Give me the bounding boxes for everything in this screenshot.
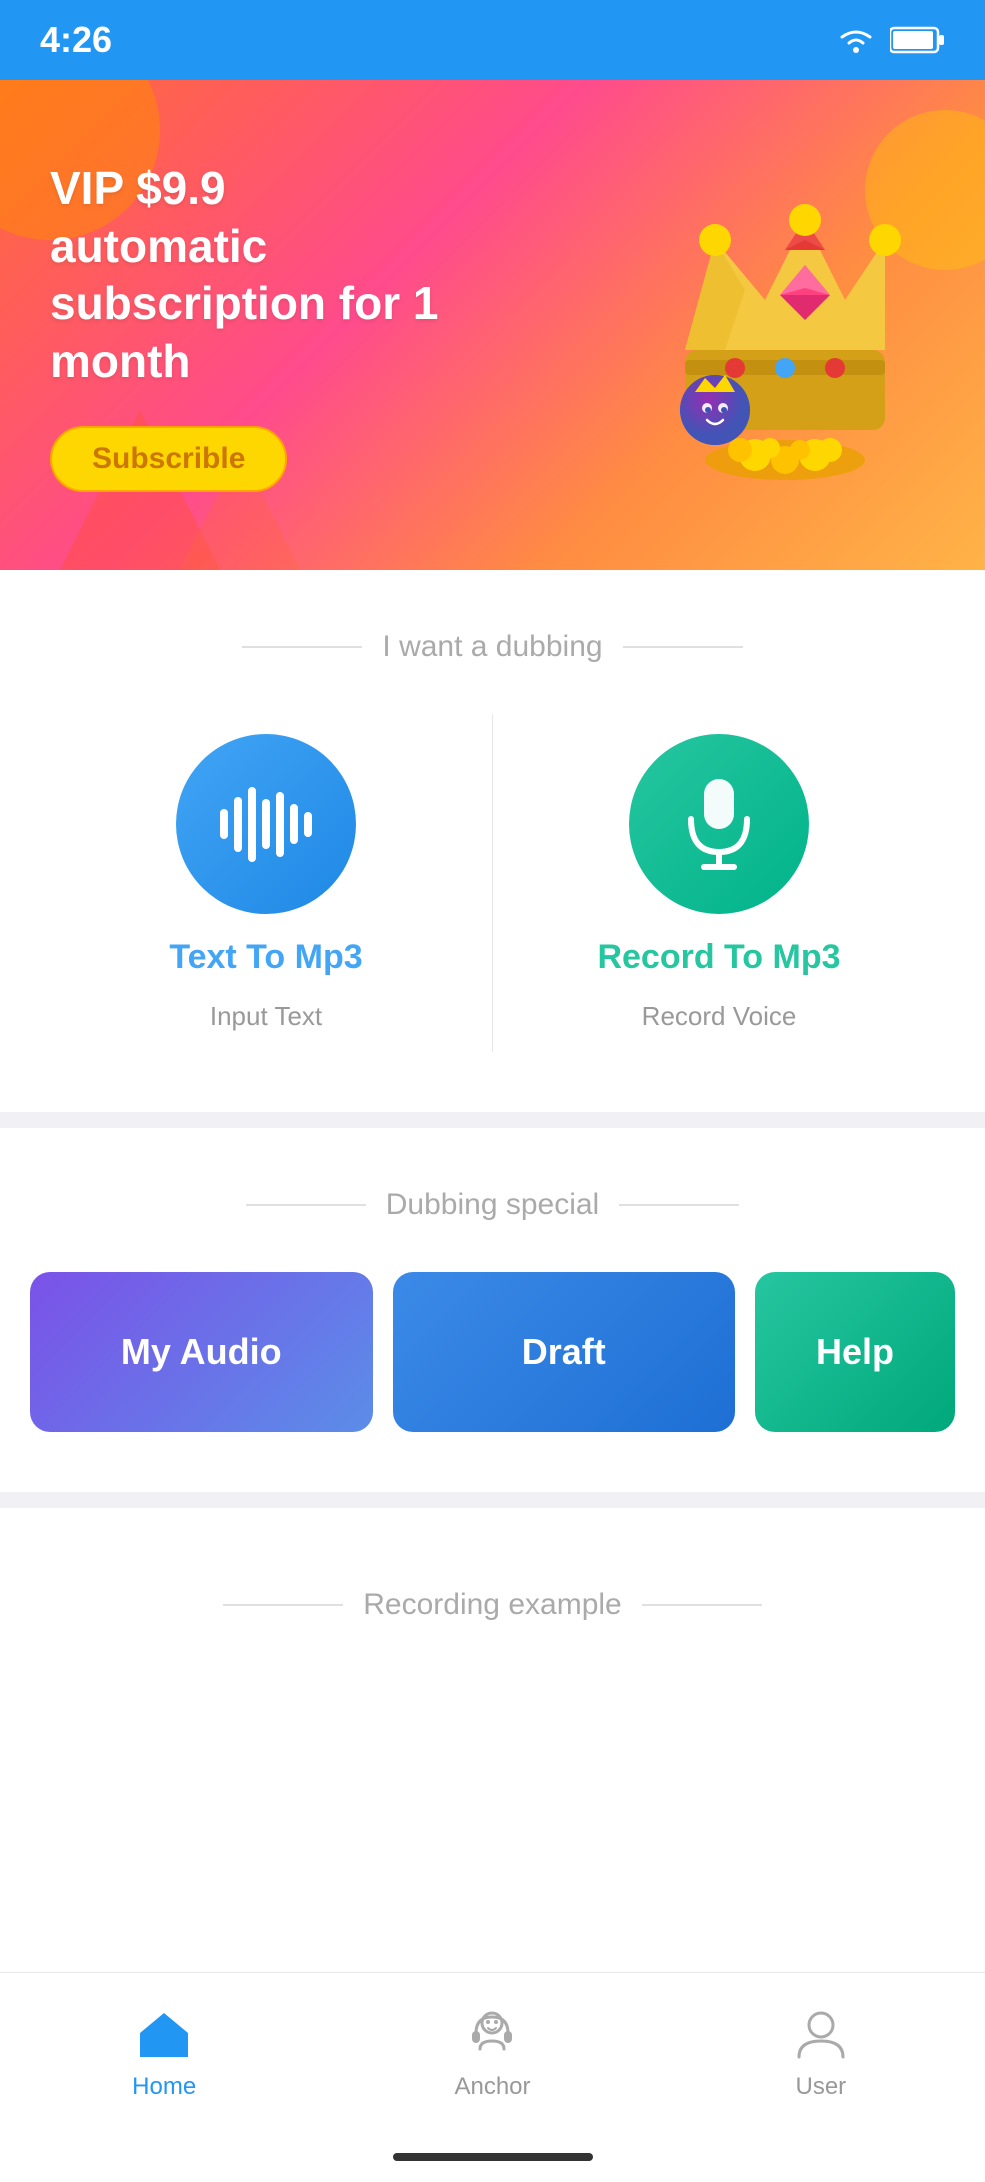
my-audio-card[interactable]: My Audio xyxy=(30,1272,373,1432)
special-section-header: Dubbing special xyxy=(0,1128,985,1272)
dubbing-section-header: I want a dubbing xyxy=(0,570,985,714)
nav-label-user: User xyxy=(795,2073,846,2101)
recording-example-section: Recording example xyxy=(0,1508,985,1972)
wave-bar-5 xyxy=(276,792,284,857)
banner: VIP $9.9 automatic subscription for 1 mo… xyxy=(0,80,985,570)
help-card[interactable]: Help xyxy=(755,1272,955,1432)
special-line-left xyxy=(246,1204,366,1206)
home-indicator xyxy=(0,2132,985,2182)
mic-svg xyxy=(679,774,759,874)
section-line-left xyxy=(242,646,362,648)
home-icon xyxy=(134,2005,194,2065)
text-to-mp3-label: Text To Mp3 xyxy=(169,938,362,977)
anchor-icon xyxy=(462,2005,522,2065)
user-icon xyxy=(791,2005,851,2065)
status-bar: 4:26 xyxy=(0,0,985,80)
record-to-mp3-label: Record To Mp3 xyxy=(597,938,840,977)
recording-content-placeholder xyxy=(0,1672,985,1972)
nav-item-home[interactable]: Home xyxy=(0,1989,328,2117)
recording-section-divider xyxy=(0,1492,985,1508)
banner-title: VIP $9.9 automatic subscription for 1 mo… xyxy=(50,160,450,390)
recording-line-right xyxy=(642,1604,762,1606)
wave-bar-1 xyxy=(220,809,228,839)
draft-label: Draft xyxy=(522,1331,606,1373)
nav-label-home: Home xyxy=(132,2073,196,2101)
banner-content: VIP $9.9 automatic subscription for 1 mo… xyxy=(50,160,450,492)
record-to-mp3-sublabel: Record Voice xyxy=(642,1001,797,1032)
wave-bar-2 xyxy=(234,797,242,852)
dubbing-section-title: I want a dubbing xyxy=(382,630,602,664)
recording-section-header: Recording example xyxy=(0,1528,985,1672)
wave-icon xyxy=(220,787,312,862)
dubbing-special-section: Dubbing special My Audio Draft Help xyxy=(0,1128,985,1492)
nav-label-anchor: Anchor xyxy=(454,2073,530,2101)
text-to-mp3-sublabel: Input Text xyxy=(210,1001,322,1032)
nav-item-user[interactable]: User xyxy=(657,1989,985,2117)
section-line-right xyxy=(623,646,743,648)
wave-bar-7 xyxy=(304,812,312,837)
help-label: Help xyxy=(816,1331,894,1373)
draft-card[interactable]: Draft xyxy=(393,1272,736,1432)
battery-icon xyxy=(890,26,945,54)
wave-bar-3 xyxy=(248,787,256,862)
special-line-right xyxy=(619,1204,739,1206)
wifi-icon xyxy=(836,25,876,55)
text-to-mp3-item[interactable]: Text To Mp3 Input Text xyxy=(40,714,493,1052)
status-icons xyxy=(836,25,945,55)
my-audio-label: My Audio xyxy=(121,1331,282,1373)
recording-section-title: Recording example xyxy=(363,1588,621,1622)
subscribe-button[interactable]: Subscrible xyxy=(50,426,287,492)
recording-line-left xyxy=(223,1604,343,1606)
record-to-mp3-item[interactable]: Record To Mp3 Record Voice xyxy=(493,714,945,1052)
special-cards-row: My Audio Draft Help xyxy=(0,1272,985,1472)
wave-bar-4 xyxy=(262,799,270,849)
section-divider xyxy=(0,1112,985,1128)
special-section-title: Dubbing special xyxy=(386,1188,599,1222)
nav-item-anchor[interactable]: Anchor xyxy=(328,1989,656,2117)
home-bar xyxy=(393,2153,593,2161)
bottom-nav: Home Anchor User xyxy=(0,1972,985,2132)
main-content: I want a dubbing Text To Mp3 Input Text xyxy=(0,570,985,1972)
status-time: 4:26 xyxy=(40,19,112,61)
dubbing-options-row: Text To Mp3 Input Text Record To Mp3 xyxy=(0,714,985,1112)
crown-svg xyxy=(585,140,925,500)
text-to-mp3-icon-circle xyxy=(176,734,356,914)
crown-illustration xyxy=(585,140,925,500)
wave-bar-6 xyxy=(290,804,298,844)
record-to-mp3-icon-circle xyxy=(629,734,809,914)
